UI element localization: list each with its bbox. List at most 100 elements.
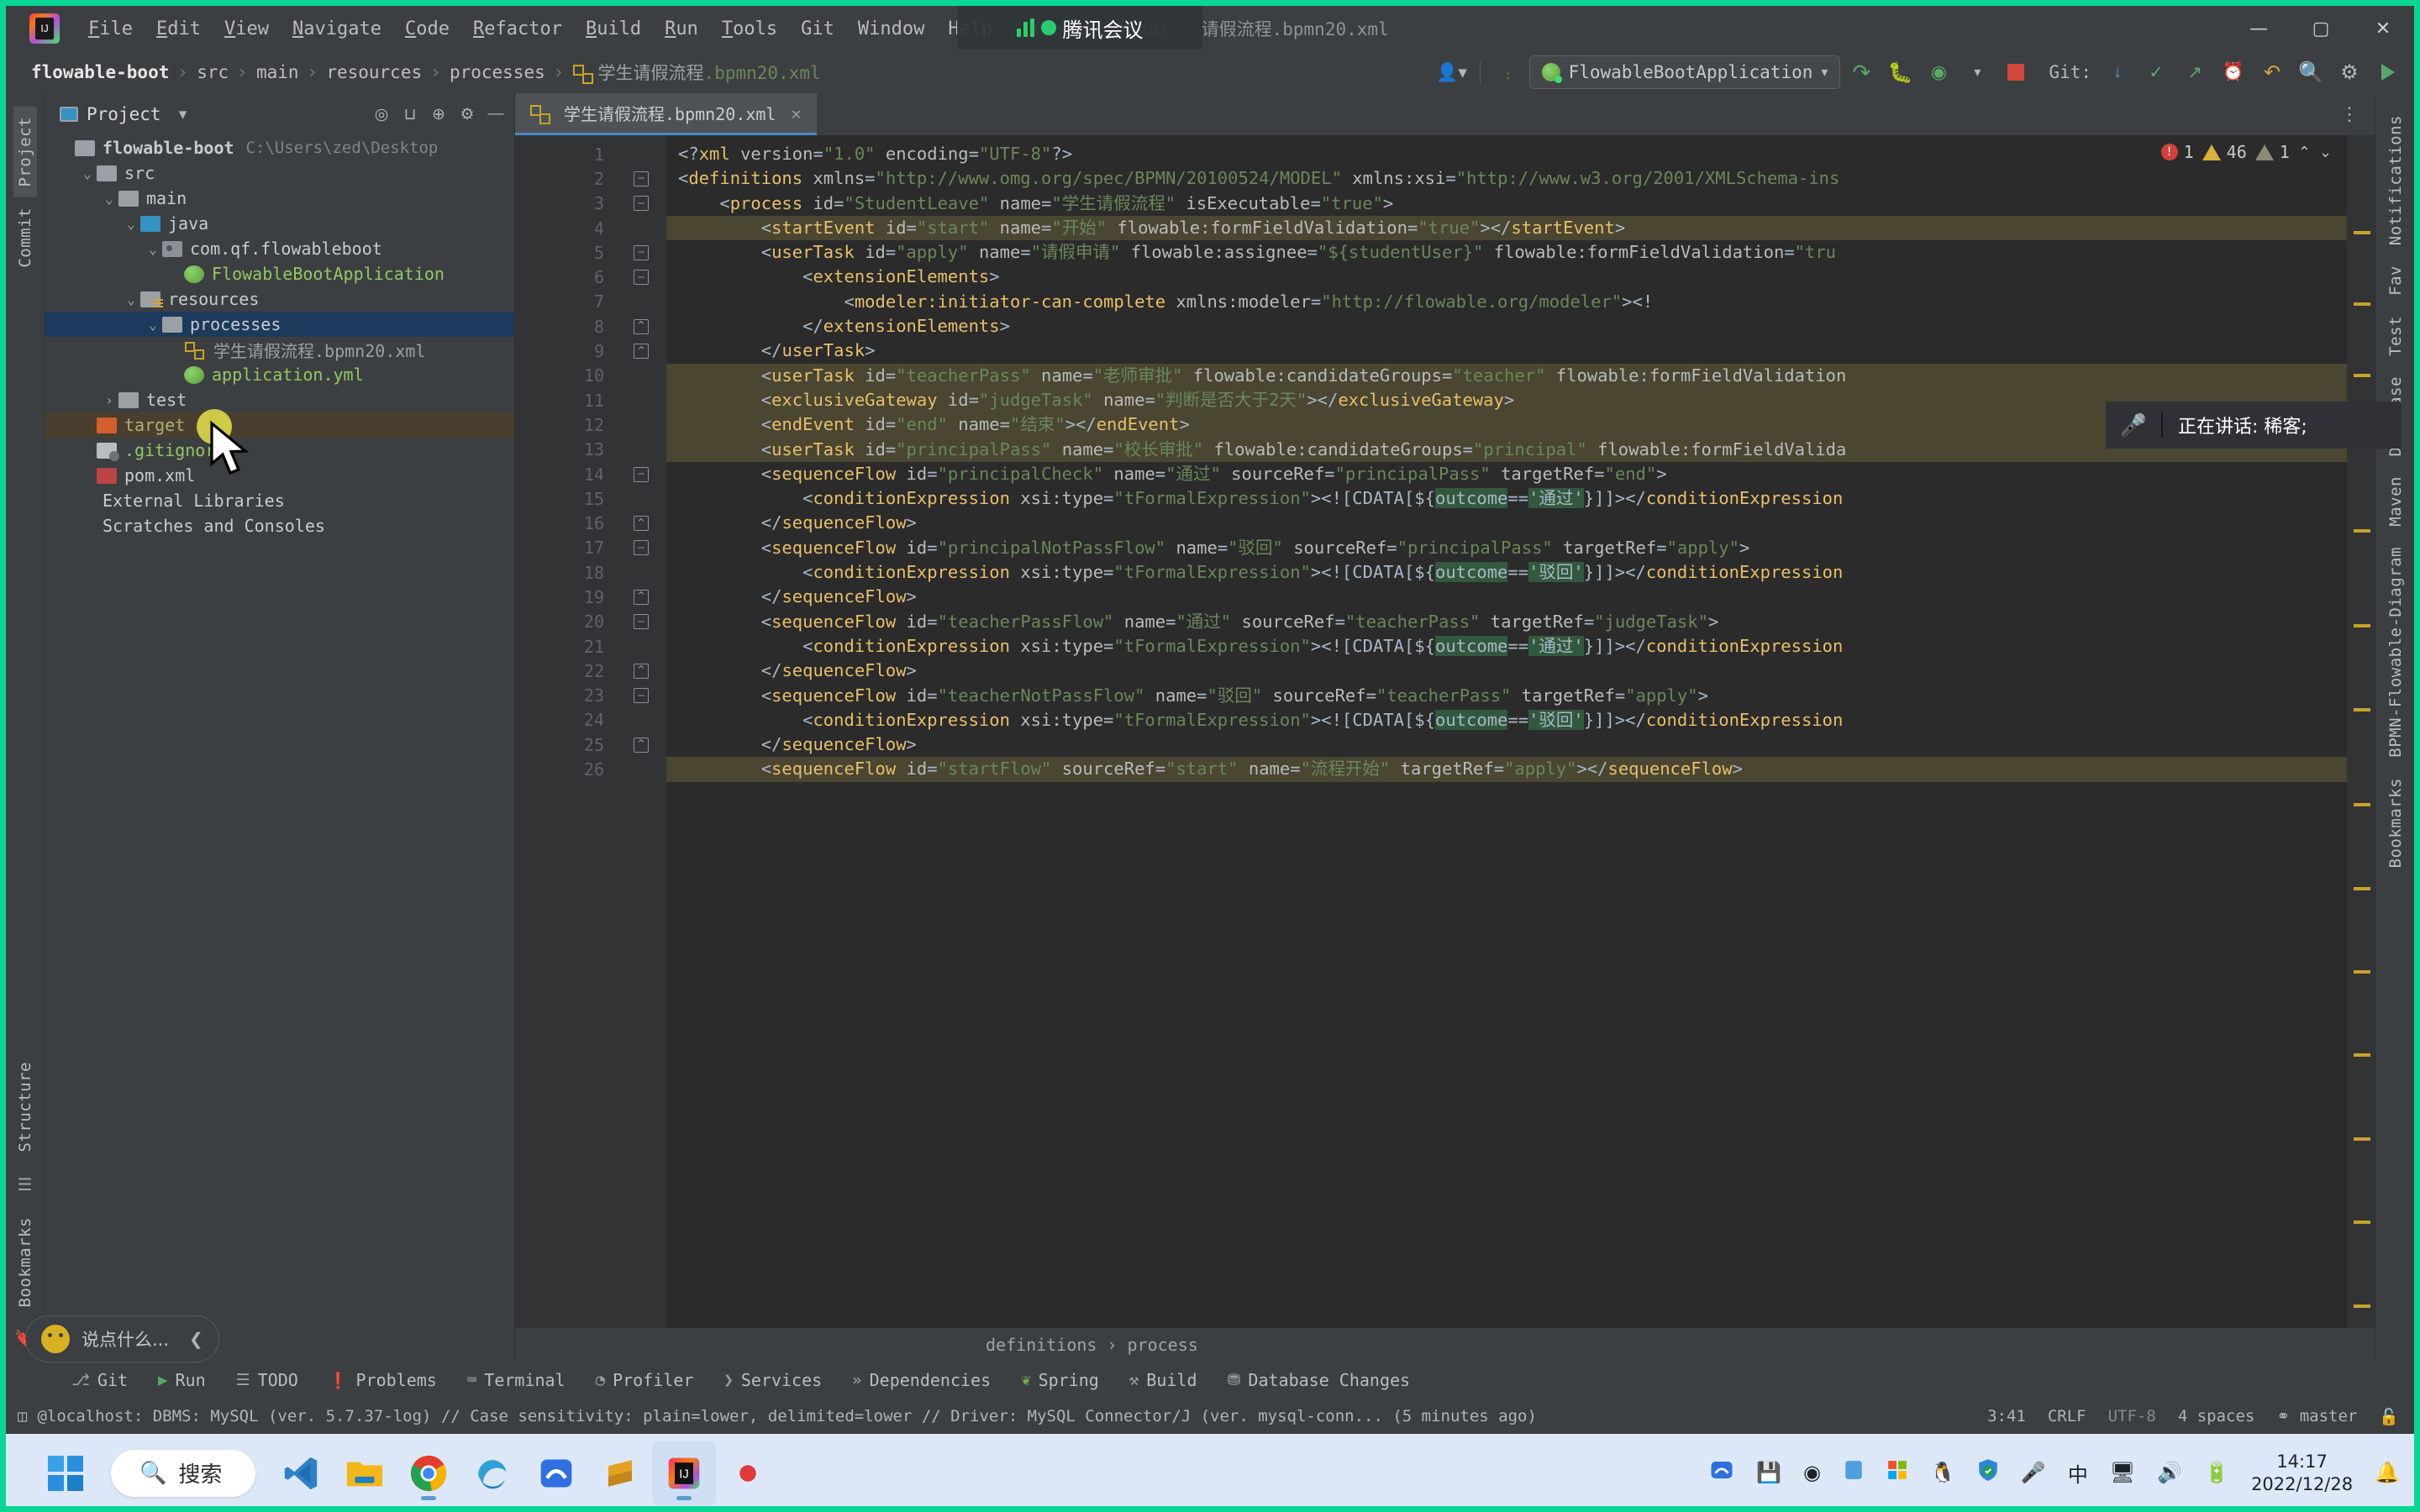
chevron-left-icon[interactable]: ❮: [189, 1329, 203, 1350]
smiley-icon[interactable]: [41, 1325, 70, 1353]
tree-node-1[interactable]: ⌄ src: [45, 160, 514, 186]
menu-navigate[interactable]: Navigate: [281, 13, 393, 45]
fold-toggle-icon[interactable]: ⌃: [616, 585, 666, 609]
project-tree[interactable]: flowable-boot C:\Users\zed\Desktop ⌄ src ⌄ ma…: [45, 135, 514, 1362]
qq-icon[interactable]: 🐧: [1930, 1461, 1955, 1485]
stop-icon[interactable]: [1998, 56, 2033, 88]
tree-node-12[interactable]: .gitignore: [45, 438, 514, 463]
line-separator[interactable]: CRLF: [2048, 1407, 2086, 1425]
line-number[interactable]: 17: [515, 536, 616, 560]
code-line[interactable]: <extensionElements>: [666, 265, 2347, 289]
code-line[interactable]: </sequenceFlow>: [666, 585, 2347, 609]
sidebar-item-project[interactable]: Project: [13, 107, 37, 197]
battery-icon[interactable]: 🔋: [2204, 1461, 2229, 1485]
hide-panel-icon[interactable]: —: [482, 101, 509, 128]
taskbar-clock[interactable]: 14:17 2022/12/28: [2251, 1451, 2353, 1495]
fold-toggle-icon[interactable]: −: [616, 265, 666, 289]
error-stripe-marker[interactable]: [2354, 302, 2370, 306]
sidebar-item-notifications[interactable]: Notifications: [2384, 105, 2407, 255]
tree-node-4[interactable]: ⌄ com.qf.flowableboot: [45, 236, 514, 261]
line-number[interactable]: 22: [515, 659, 616, 683]
fold-toggle-icon[interactable]: ⌃: [616, 659, 666, 683]
undo-icon[interactable]: ↶: [2254, 56, 2290, 88]
indent-setting[interactable]: 4 spaces: [2178, 1407, 2255, 1425]
editor-options-icon[interactable]: ⋮: [2323, 93, 2375, 135]
code-line[interactable]: </sequenceFlow>: [666, 659, 2347, 683]
editor-breadcrumb-item-0[interactable]: definitions: [986, 1335, 1097, 1355]
maximize-button[interactable]: ▢: [2290, 6, 2352, 51]
next-problem-icon[interactable]: ⌄: [2319, 144, 2332, 161]
code-line[interactable]: <conditionExpression xsi:type="tFormalEx…: [666, 634, 2347, 659]
tool-window-problems[interactable]: ❗ Problems: [313, 1370, 452, 1390]
minimize-button[interactable]: —: [2228, 6, 2290, 51]
sidebar-item-bookmarks[interactable]: Bookmarks: [13, 1207, 37, 1317]
windows-start-icon[interactable]: [34, 1441, 97, 1505]
fold-toggle-icon[interactable]: ⌃: [616, 732, 666, 757]
error-stripe-marker[interactable]: [2354, 886, 2370, 890]
close-button[interactable]: ✕: [2352, 6, 2414, 51]
structure-icon[interactable]: ☰: [18, 1174, 33, 1195]
microphone-icon[interactable]: 🎤: [2106, 412, 2161, 438]
fold-toggle-icon[interactable]: ⌃: [616, 314, 666, 339]
tool-window-run[interactable]: ▶ Run: [143, 1370, 221, 1390]
code-line[interactable]: <sequenceFlow id="teacherPassFlow" name=…: [666, 610, 2347, 634]
ime-cn-icon[interactable]: 中: [2068, 1458, 2088, 1488]
chevron-down-icon[interactable]: ⌄: [78, 165, 97, 181]
code-line[interactable]: <conditionExpression xsi:type="tFormalEx…: [666, 560, 2347, 585]
taskbar-search[interactable]: 🔍 搜索: [111, 1449, 256, 1497]
code-line[interactable]: <sequenceFlow id="principalCheck" name="…: [666, 462, 2347, 486]
fold-toggle-icon[interactable]: −: [616, 536, 666, 560]
chevron-down-icon[interactable]: ⌄: [122, 291, 140, 307]
error-stripe-marker[interactable]: [2354, 528, 2370, 533]
chrome-icon[interactable]: [397, 1441, 460, 1505]
error-count[interactable]: ! 1: [2160, 142, 2194, 162]
breadcrumb-item-3[interactable]: resources: [319, 60, 429, 85]
volume-icon[interactable]: 🔊: [2157, 1461, 2182, 1485]
code-line[interactable]: <process id="StudentLeave" name="学生请假流程"…: [666, 192, 2347, 216]
code-line[interactable]: <sequenceFlow id="teacherNotPassFlow" na…: [666, 684, 2347, 708]
code-line[interactable]: <userTask id="apply" name="请假申请" flowabl…: [666, 240, 2347, 265]
line-number[interactable]: 9: [515, 339, 616, 363]
git-push-icon[interactable]: ↗: [2177, 56, 2212, 88]
cloud-icon[interactable]: [1709, 1457, 1734, 1488]
line-number[interactable]: 24: [515, 708, 616, 732]
gear-icon[interactable]: ⚙: [454, 101, 481, 128]
edge-icon[interactable]: [460, 1441, 524, 1505]
line-number[interactable]: 26: [515, 757, 616, 781]
line-number[interactable]: 19: [515, 585, 616, 609]
bell-dnd-icon[interactable]: 🔔: [2375, 1461, 2400, 1485]
sidebar-item-bpmn-diagram[interactable]: BPMN-Flowable-Diagram: [2384, 537, 2407, 768]
breadcrumb-item-4[interactable]: processes: [443, 60, 552, 85]
code-line[interactable]: <conditionExpression xsi:type="tFormalEx…: [666, 486, 2347, 511]
tool-window-dependencies[interactable]: » Dependencies: [837, 1370, 1006, 1390]
git-update-icon[interactable]: ↓: [2100, 56, 2135, 88]
tool-window-git[interactable]: ⎇ Git: [56, 1370, 143, 1390]
prev-problem-icon[interactable]: ⌃: [2298, 144, 2311, 161]
menu-window[interactable]: Window: [846, 13, 936, 45]
tree-node-5[interactable]: FlowableBootApplication: [45, 261, 514, 286]
code-editor[interactable]: 1 2 3 4 5 6 7 8 9 10 11 12 13 14 15 16 17 18 19 20 21 22 23 24 2…: [515, 135, 2375, 1328]
security-icon[interactable]: [1977, 1458, 1999, 1488]
run-icon[interactable]: ↷: [1844, 56, 1879, 88]
error-stripe-marker[interactable]: [2354, 624, 2370, 628]
code-line[interactable]: <userTask id="teacherPass" name="老师审批" f…: [666, 363, 2347, 388]
error-stripe-marker[interactable]: [2354, 1053, 2370, 1058]
error-stripe-marker[interactable]: [2354, 707, 2370, 711]
profile-icon[interactable]: ▾: [1960, 56, 1995, 88]
tree-node-9[interactable]: application.yml: [45, 362, 514, 387]
tool-window-services[interactable]: ❯ Services: [708, 1370, 837, 1390]
sidebar-item-test[interactable]: Test: [2384, 306, 2407, 366]
code-folding-gutter[interactable]: − − − − ⌃ ⌃ − ⌃ − ⌃ − ⌃ − ⌃: [616, 135, 666, 1328]
sidebar-item-maven[interactable]: Maven: [2384, 466, 2407, 537]
line-number[interactable]: 2: [515, 166, 616, 191]
network-icon[interactable]: 🖥: [2110, 1461, 2135, 1485]
error-stripe-marker[interactable]: [2354, 1221, 2370, 1225]
tool-window-build[interactable]: ⚒ Build: [1114, 1370, 1213, 1390]
menu-view[interactable]: View: [213, 13, 281, 45]
line-number[interactable]: 14: [515, 462, 616, 486]
fold-toggle-icon[interactable]: −: [616, 684, 666, 708]
code-line[interactable]: <?xml version="1.0" encoding="UTF-8"?>: [666, 142, 2347, 166]
chevron-down-icon[interactable]: ⌄: [144, 317, 162, 333]
tree-node-13[interactable]: pom.xml: [45, 463, 514, 488]
breadcrumb-item-0[interactable]: flowable-boot: [24, 60, 176, 85]
